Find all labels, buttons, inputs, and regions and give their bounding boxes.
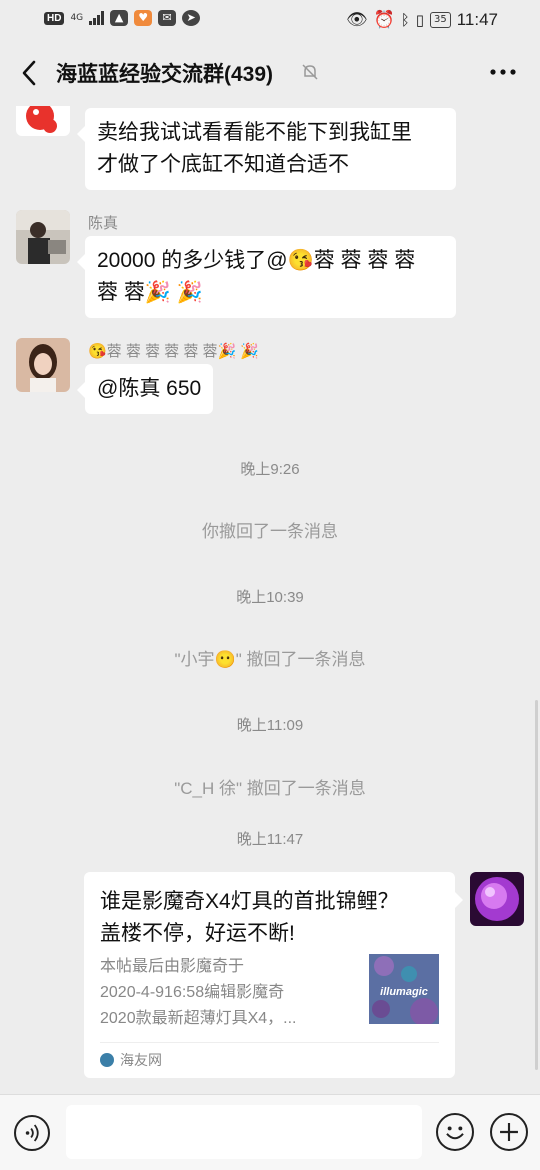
timestamp: 晚上10:39	[236, 589, 304, 606]
qq-icon: ▲	[110, 10, 129, 26]
card-desc-line: 2020款最新超薄灯具X4，...	[100, 1010, 297, 1027]
voice-icon[interactable]	[14, 1115, 50, 1151]
status-right: 👁 ⏰ ᛒ ▯ 35 11:47	[346, 10, 498, 30]
thumb-logo-text: illumagic	[380, 986, 428, 998]
vibrate-icon: ▯	[415, 11, 424, 29]
recall-notice: "小宇😶" 撤回了一条消息	[174, 650, 366, 669]
message-bubble[interactable]: 20000 的多少钱了@😘蓉 蓉 蓉 蓉 蓉 蓉🎉 🎉	[77, 236, 456, 318]
chevron-left-icon[interactable]	[14, 56, 44, 90]
message-bubble[interactable]: 卖给我试试看看能不能下到我缸里 才做了个底缸不知道合适不	[77, 108, 456, 190]
message-bubble[interactable]: @陈真 650	[76, 364, 214, 414]
plus-icon[interactable]	[490, 1113, 528, 1151]
message-input[interactable]	[66, 1105, 422, 1159]
avatar[interactable]	[16, 338, 70, 392]
message-text-line: 蓉 蓉🎉 🎉	[97, 281, 203, 304]
bell-off-icon	[302, 64, 318, 80]
message-text-line: @陈真 650	[97, 377, 202, 400]
card-description: 本帖最后由影魔奇于 2020-4-916:58编辑影魔奇 2020款最新超薄灯具…	[100, 954, 350, 1032]
location-icon: ➤	[182, 10, 201, 26]
avatar[interactable]	[16, 210, 70, 264]
status-left: HD 4G ▲ ♥ ✉ ➤	[44, 10, 201, 26]
message-text-line: 才做了个底缸不知道合适不	[97, 153, 349, 176]
battery-icon: 35	[429, 12, 451, 28]
bluetooth-icon: ᛒ	[400, 11, 410, 29]
avatar[interactable]	[16, 106, 70, 136]
message-text-line: 20000 的多少钱了@😘蓉 蓉 蓉 蓉	[97, 249, 416, 272]
alarm-icon: ⏰	[373, 10, 395, 30]
message-list[interactable]: 卖给我试试看看能不能下到我缸里 才做了个底缸不知道合适不 陈真 20000 的多…	[0, 106, 540, 1094]
card-desc-line: 本帖最后由影魔奇于	[100, 958, 245, 975]
eye-icon: 👁	[345, 10, 368, 30]
status-bar: HD 4G ▲ ♥ ✉ ➤ 👁 ⏰ ᛒ ▯ 35 11:47	[0, 0, 540, 40]
mail-icon: ✉	[158, 10, 177, 26]
sender-name: 陈真	[88, 215, 119, 232]
status-time: 11:47	[456, 10, 498, 29]
card-divider	[100, 1042, 439, 1043]
timestamp: 晚上9:26	[240, 461, 300, 478]
scrollbar[interactable]	[535, 700, 538, 1070]
signal-icon	[89, 11, 105, 25]
sender-name: 😘蓉 蓉 蓉 蓉 蓉 蓉🎉 🎉	[88, 343, 260, 360]
link-card[interactable]: 谁是影魔奇X4灯具的首批锦鲤？ 盖楼不停，好运不断! 本帖最后由影魔奇于 202…	[84, 872, 463, 1078]
card-title-line: 盖楼不停，好运不断!	[100, 922, 295, 945]
card-title-line: 谁是影魔奇X4灯具的首批锦鲤？	[100, 890, 399, 913]
emoji-icon[interactable]	[436, 1113, 474, 1151]
message-text-line: 卖给我试试看看能不能下到我缸里	[97, 121, 412, 144]
card-source: 海友网	[100, 1050, 162, 1070]
card-source-name: 海友网	[120, 1052, 162, 1068]
chat-header: 海蓝蓝经验交流群(439)	[0, 40, 540, 106]
network-label: 4G	[70, 13, 84, 23]
my-avatar[interactable]	[470, 872, 524, 926]
app-notify-icon: ♥	[134, 10, 153, 26]
chat-title: 海蓝蓝经验交流群(439)	[56, 63, 274, 86]
source-icon	[100, 1053, 114, 1067]
timestamp: 晚上11:47	[236, 831, 304, 848]
card-desc-line: 2020-4-916:58编辑影魔奇	[100, 984, 285, 1001]
card-thumbnail: illumagic	[369, 954, 439, 1024]
timestamp: 晚上11:09	[236, 717, 304, 734]
recall-notice: 你撤回了一条消息	[202, 522, 338, 541]
input-bar	[0, 1094, 540, 1170]
recall-notice: "C_H 徐" 撤回了一条消息	[174, 779, 366, 798]
hd-badge: HD	[44, 11, 65, 25]
more-dots-icon[interactable]	[488, 62, 518, 82]
